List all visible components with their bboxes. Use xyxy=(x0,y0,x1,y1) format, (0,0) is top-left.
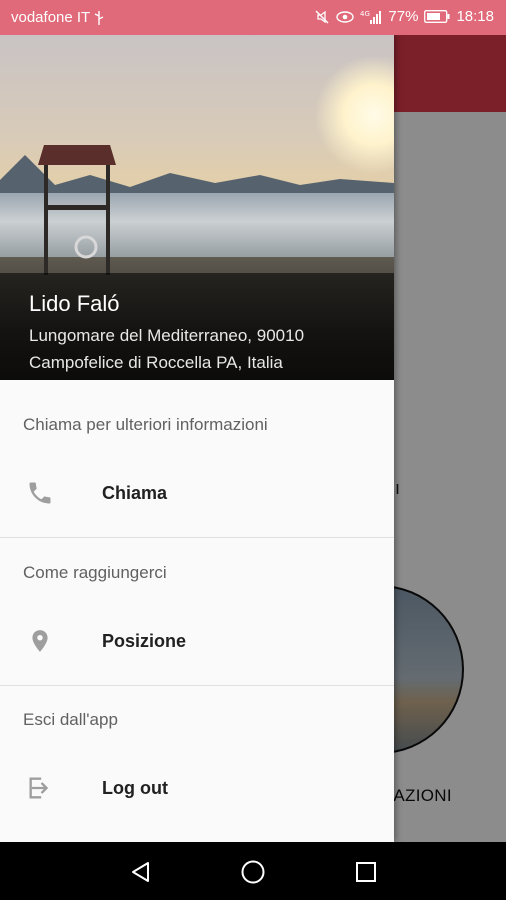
usb-icon xyxy=(94,10,104,25)
battery-percent: 77% xyxy=(388,8,419,25)
header-lifeguard-hut xyxy=(38,145,116,275)
divider xyxy=(0,537,394,538)
status-bar: vodafone IT 4G 77% 18:18 xyxy=(0,0,506,35)
phone-icon xyxy=(25,478,55,508)
section-title-directions: Come raggiungerci xyxy=(23,563,167,582)
home-icon[interactable] xyxy=(238,857,268,887)
svg-text:4G: 4G xyxy=(360,10,370,18)
section-title-exit: Esci dall'app xyxy=(23,710,118,729)
location-pin-icon xyxy=(25,626,55,656)
eye-icon xyxy=(336,10,355,24)
signal-icon: 4G xyxy=(360,9,382,25)
battery-icon xyxy=(424,10,450,23)
back-icon[interactable] xyxy=(126,857,156,887)
venue-name: Lido Faló xyxy=(29,291,120,316)
section-title-call: Chiama per ulteriori informazioni xyxy=(23,415,268,434)
divider xyxy=(0,685,394,686)
logout-icon xyxy=(25,773,55,803)
navigation-drawer: Lido Faló Lungomare del Mediterraneo, 90… xyxy=(0,35,394,842)
carrier-label: vodafone IT xyxy=(11,9,91,26)
mute-icon xyxy=(314,9,330,25)
venue-address: Lungomare del Mediterraneo, 90010 Campof… xyxy=(29,326,305,372)
menu-item-call[interactable]: Chiama xyxy=(0,456,394,530)
menu-item-position[interactable]: Posizione xyxy=(0,604,394,678)
clock: 18:18 xyxy=(456,8,494,25)
menu-item-label: Chiama xyxy=(102,482,168,503)
system-nav-bar xyxy=(0,842,506,900)
menu-item-label: Posizione xyxy=(102,630,187,651)
drawer-header: Lido Faló Lungomare del Mediterraneo, 90… xyxy=(0,35,394,380)
menu-item-label: Log out xyxy=(102,777,168,798)
recents-icon[interactable] xyxy=(351,857,381,887)
menu-item-logout[interactable]: Log out xyxy=(0,751,394,825)
